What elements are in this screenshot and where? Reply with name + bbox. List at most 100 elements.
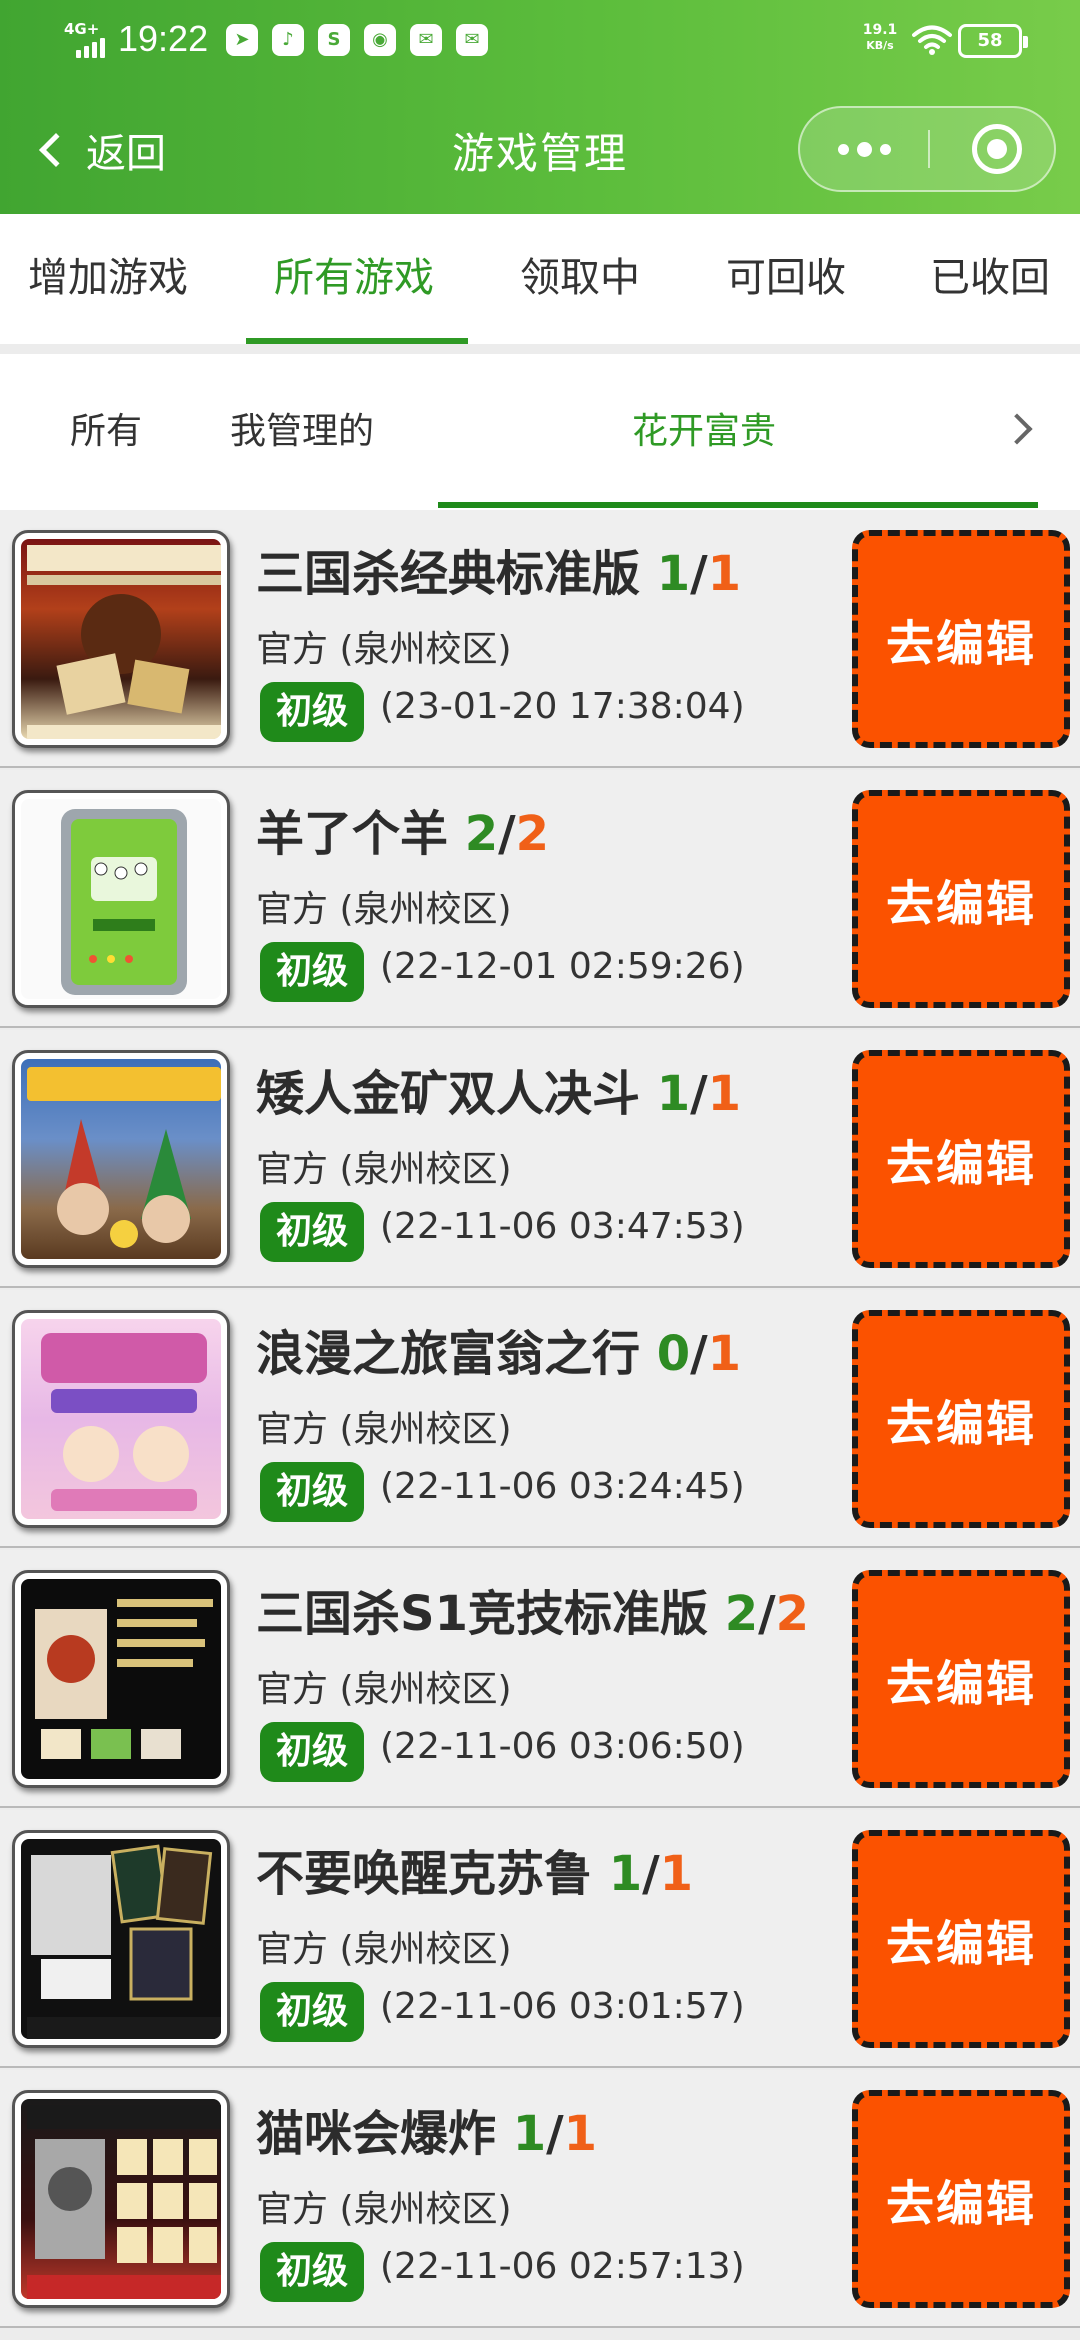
game-thumbnail[interactable] [12,1830,230,2048]
game-timestamp: (22-11-06 02:57:13) [380,2246,745,2287]
game-owner: 官方 (泉州校区) [256,1669,512,1710]
capsule-divider [928,130,930,168]
game-thumbnail[interactable] [12,790,230,1008]
edit-button[interactable]: 去编辑 [852,790,1070,1008]
game-title: 猫咪会爆炸 1/1 [256,2094,597,2164]
status-bar: 4G+ 19:22 ➤ ♪ S ◉ ✉ ✉ 19.1 KB/s 58 [0,0,1080,90]
battery-icon: 58 [958,24,1028,58]
notification-icons: ➤ ♪ S ◉ ✉ ✉ [226,24,488,56]
wifi-icon [912,25,952,55]
tab-all-games[interactable]: 所有游戏 [274,214,434,344]
available-count: 0 [656,1326,691,1382]
close-miniprogram-button[interactable] [972,124,1022,174]
total-count: 1 [659,1846,694,1902]
game-timestamp: (22-12-01 02:59:26) [380,946,745,987]
count-separator: / [498,806,516,862]
game-title: 矮人金矿双人决斗 1/1 [256,1054,741,1124]
list-item: 三国杀S1竞技标准版 2/2 官方 (泉州校区) 初级 (22-11-06 03… [0,1550,1080,1808]
count-separator: / [690,546,708,602]
more-dots-icon [837,143,849,155]
game-name: 猫咪会爆炸 [256,2106,497,2162]
game-title: 羊了个羊 2/2 [256,794,549,864]
available-count: 1 [656,1066,691,1122]
cellular-signal-icon: 4G+ [64,20,116,58]
game-name: 矮人金矿双人决斗 [256,1066,641,1122]
count-separator: / [690,1326,708,1382]
bilibili-icon: ◉ [364,24,396,56]
level-badge: 初级 [260,1722,364,1782]
list-item: 浪漫之旅富翁之行 0/1 官方 (泉州校区) 初级 (22-11-06 03:2… [0,1290,1080,1548]
available-count: 1 [656,546,691,602]
game-timestamp: (23-01-20 17:38:04) [380,686,745,727]
header: 4G+ 19:22 ➤ ♪ S ◉ ✉ ✉ 19.1 KB/s 58 返回 游戏… [0,0,1080,214]
edit-button[interactable]: 去编辑 [852,1310,1070,1528]
list-item: 羊了个羊 2/2 官方 (泉州校区) 初级 (22-12-01 02:59:26… [0,770,1080,1028]
network-speed: 19.1 KB/s [860,22,900,54]
speed-unit: KB/s [866,39,894,52]
edit-button[interactable]: 去编辑 [852,1570,1070,1788]
edit-button[interactable]: 去编辑 [852,530,1070,748]
tab-claiming[interactable]: 领取中 [520,214,640,344]
filter-huakai-fugui[interactable]: 花开富贵 [632,354,776,510]
list-item: 三国杀经典标准版 1/1 官方 (泉州校区) 初级 (23-01-20 17:3… [0,510,1080,768]
soul-icon: S [318,24,350,56]
count-separator: / [642,1846,660,1902]
game-timestamp: (22-11-06 03:47:53) [380,1206,745,1247]
game-thumbnail[interactable] [12,1050,230,1268]
count-separator: / [690,1066,708,1122]
level-badge: 初级 [260,682,364,742]
miniprogram-capsule [798,106,1056,192]
mail-icon: ✉ [456,24,488,56]
count-separator: / [546,2106,564,2162]
level-badge: 初级 [260,1462,364,1522]
chevron-right-icon[interactable] [1001,413,1033,445]
filter-managed-by-me[interactable]: 我管理的 [230,354,374,510]
game-title: 不要唤醒克苏鲁 1/1 [256,1834,693,1904]
game-thumbnail[interactable] [12,1310,230,1528]
available-count: 2 [464,806,499,862]
filter-tabs: 所有 我管理的 花开富贵 [0,354,1080,510]
game-list: 三国杀经典标准版 1/1 官方 (泉州校区) 初级 (23-01-20 17:3… [0,510,1080,2340]
game-owner: 官方 (泉州校区) [256,1149,512,1190]
game-thumbnail[interactable] [12,1570,230,1788]
tab-recyclable[interactable]: 可回收 [726,214,846,344]
total-count: 1 [707,546,742,602]
game-name: 三国杀经典标准版 [256,546,641,602]
game-owner: 官方 (泉州校区) [256,1409,512,1450]
available-count: 1 [512,2106,547,2162]
game-timestamp: (22-11-06 03:06:50) [380,1726,745,1767]
edit-button[interactable]: 去编辑 [852,2090,1070,2308]
edit-button[interactable]: 去编辑 [852,1830,1070,2048]
available-count: 2 [724,1586,759,1642]
game-thumbnail[interactable] [12,530,230,748]
total-count: 1 [707,1326,742,1382]
game-owner: 官方 (泉州校区) [256,1929,512,1970]
total-count: 2 [515,806,550,862]
tab-add-game[interactable]: 增加游戏 [28,214,188,344]
navigation-bar: 返回 游戏管理 [0,90,1080,214]
game-title: 浪漫之旅富翁之行 0/1 [256,1314,741,1384]
available-count: 1 [608,1846,643,1902]
main-tabs: 增加游戏 所有游戏 领取中 可回收 已收回 [0,214,1080,344]
filter-all[interactable]: 所有 [70,354,142,510]
telegram-icon: ➤ [226,24,258,56]
tab-recycled[interactable]: 已收回 [930,214,1050,344]
level-badge: 初级 [260,1982,364,2042]
count-separator: / [758,1586,776,1642]
speed-value: 19.1 [862,22,898,38]
game-name: 浪漫之旅富翁之行 [256,1326,641,1382]
total-count: 1 [707,1066,742,1122]
level-badge: 初级 [260,942,364,1002]
more-button[interactable] [800,108,928,190]
game-owner: 官方 (泉州校区) [256,2189,512,2230]
game-title: 三国杀S1竞技标准版 2/2 [256,1574,809,1644]
network-type: 4G+ [64,20,100,38]
active-filter-indicator [438,502,1038,508]
list-item: 矮人金矿双人决斗 1/1 官方 (泉州校区) 初级 (22-11-06 03:4… [0,1030,1080,1288]
game-thumbnail[interactable] [12,2090,230,2308]
list-item: 猫咪会爆炸 1/1 官方 (泉州校区) 初级 (22-11-06 02:57:1… [0,2070,1080,2328]
total-count: 2 [775,1586,810,1642]
game-owner: 官方 (泉州校区) [256,629,512,670]
game-name: 羊了个羊 [256,806,449,862]
edit-button[interactable]: 去编辑 [852,1050,1070,1268]
